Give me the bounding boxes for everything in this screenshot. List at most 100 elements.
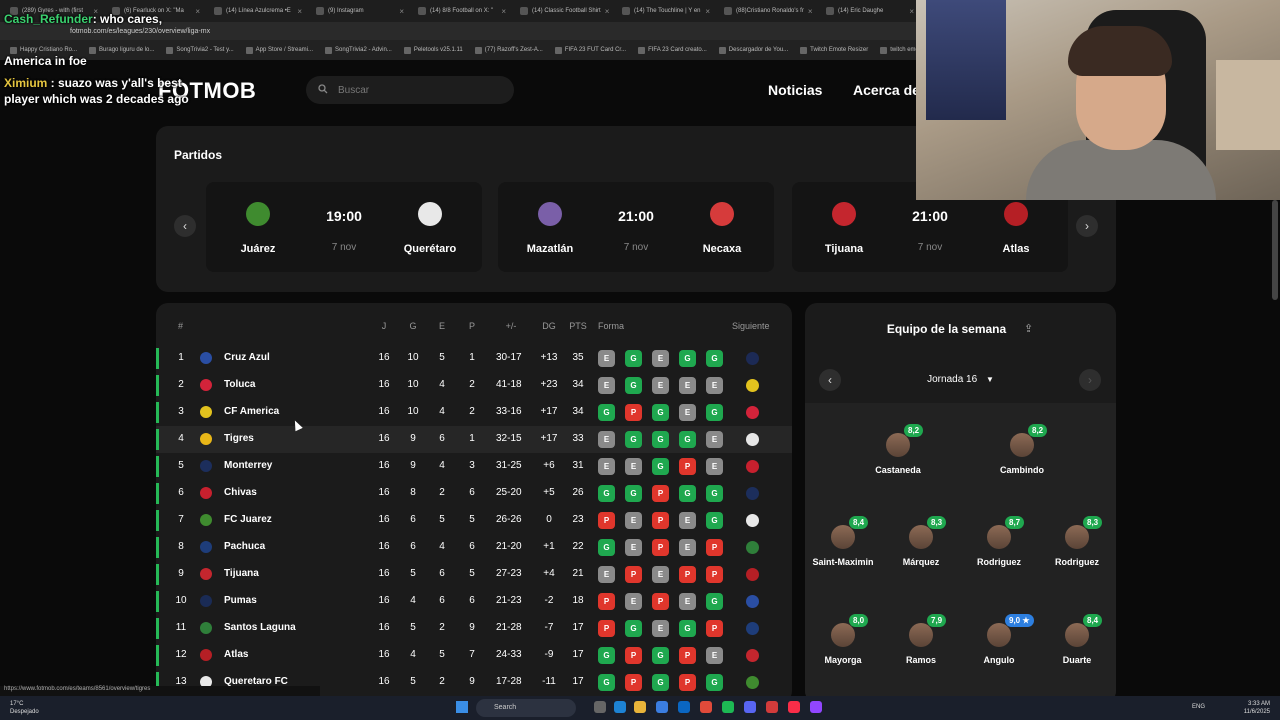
form-result-badge[interactable]: E (652, 350, 669, 367)
form-result-badge[interactable]: E (679, 593, 696, 610)
form-result-badge[interactable]: G (679, 431, 696, 448)
bookmark-item[interactable]: Descargador de You... (718, 46, 788, 54)
form-result-badge[interactable]: E (679, 377, 696, 394)
form-result-badge[interactable]: G (706, 593, 723, 610)
form-result-badge[interactable]: E (652, 377, 669, 394)
form-result-badge[interactable]: E (598, 377, 615, 394)
next-opponent-crest-icon[interactable] (746, 514, 759, 527)
page-scrollbar[interactable] (1272, 200, 1278, 300)
team-name[interactable]: Pachuca (224, 541, 265, 552)
tab-close-icon[interactable]: × (399, 7, 404, 16)
form-result-badge[interactable]: P (679, 458, 696, 475)
tab-close-icon[interactable]: × (195, 7, 200, 16)
form-result-badge[interactable]: P (706, 539, 723, 556)
form-result-badge[interactable]: P (652, 512, 669, 529)
edge-icon[interactable] (614, 701, 626, 713)
clock[interactable]: 3:33 AM 11/6/2025 (1244, 700, 1270, 716)
team-name[interactable]: Tigres (224, 433, 254, 444)
form-result-badge[interactable]: E (706, 458, 723, 475)
form-result-badge[interactable]: G (625, 620, 642, 637)
form-result-badge[interactable]: G (598, 674, 615, 691)
form-result-badge[interactable]: P (625, 566, 642, 583)
form-result-badge[interactable]: G (652, 674, 669, 691)
url-text[interactable]: fotmob.com/es/leagues/230/overview/liga-… (70, 28, 210, 35)
form-result-badge[interactable]: G (625, 485, 642, 502)
team-name[interactable]: Cruz Azul (224, 352, 270, 363)
bookmark-item[interactable]: FIFA 23 FUT Card Cr... (554, 46, 626, 54)
table-row[interactable]: 4 Tigres 16 9 6 1 +17 33 32-15 E G G G E (156, 426, 792, 453)
form-result-badge[interactable]: P (706, 566, 723, 583)
next-opponent-crest-icon[interactable] (746, 541, 759, 554)
obs-icon[interactable] (766, 701, 778, 713)
table-row[interactable]: 3 CF America 16 10 4 2 +17 34 33-16 G P G E G (156, 399, 792, 426)
bookmark-item[interactable]: FIFA 23 Card creato... (638, 46, 707, 54)
team-name[interactable]: Monterrey (224, 460, 272, 471)
task-view-icon[interactable] (594, 701, 606, 713)
form-result-badge[interactable]: P (679, 647, 696, 664)
table-row[interactable]: 6 Chivas 16 8 2 6 +5 26 25-20 G G P G G (156, 480, 792, 507)
file-explorer-icon[interactable] (634, 701, 646, 713)
bookmark-item[interactable]: Burago liguru de lo... (89, 46, 154, 54)
bookmark-item[interactable]: App Store / Streami... (245, 46, 313, 54)
next-round-icon[interactable]: › (1079, 369, 1101, 391)
tab-close-icon[interactable]: × (605, 7, 610, 16)
table-row[interactable]: 1 Cruz Azul 16 10 5 1 +13 35 30-17 E G E G G (156, 345, 792, 372)
next-opponent-crest-icon[interactable] (746, 622, 759, 635)
next-opponent-crest-icon[interactable] (746, 352, 759, 365)
form-result-badge[interactable]: E (598, 350, 615, 367)
discord-icon[interactable] (744, 701, 756, 713)
form-result-badge[interactable]: G (598, 647, 615, 664)
language-indicator[interactable]: ENG (1192, 704, 1205, 710)
team-name[interactable]: Toluca (224, 379, 255, 390)
form-result-badge[interactable]: P (625, 647, 642, 664)
form-result-badge[interactable]: E (679, 404, 696, 421)
browser-tab[interactable]: (14) Classic Football Shirt × (514, 1, 614, 21)
form-result-badge[interactable]: G (706, 512, 723, 529)
bookmark-item[interactable]: Twitch Emote Resizer (800, 46, 868, 54)
next-opponent-crest-icon[interactable] (746, 649, 759, 662)
next-opponent-crest-icon[interactable] (746, 460, 759, 473)
team-name[interactable]: Pumas (224, 595, 257, 606)
form-result-badge[interactable]: E (598, 431, 615, 448)
next-opponent-crest-icon[interactable] (746, 568, 759, 581)
team-name[interactable]: Santos Laguna (224, 622, 296, 633)
next-opponent-crest-icon[interactable] (746, 406, 759, 419)
next-opponent-crest-icon[interactable] (746, 487, 759, 500)
table-row[interactable]: 9 Tijuana 16 5 6 5 +4 21 27-23 E P E P P (156, 561, 792, 588)
tab-close-icon[interactable]: × (909, 7, 914, 16)
bookmark-item[interactable]: Peletools v25.1.11 (403, 46, 463, 54)
form-result-badge[interactable]: G (706, 674, 723, 691)
tab-close-icon[interactable]: × (705, 7, 710, 16)
next-arrow-icon[interactable]: › (1076, 215, 1098, 237)
form-result-badge[interactable]: E (625, 593, 642, 610)
twitch-icon[interactable] (810, 701, 822, 713)
form-result-badge[interactable]: G (598, 539, 615, 556)
form-result-badge[interactable]: P (652, 593, 669, 610)
tab-close-icon[interactable]: × (297, 7, 302, 16)
form-result-badge[interactable]: E (706, 377, 723, 394)
form-result-badge[interactable]: P (652, 485, 669, 502)
form-result-badge[interactable]: E (625, 458, 642, 475)
browser-tab[interactable]: (9) Instagram × (310, 1, 410, 21)
prev-arrow-icon[interactable]: ‹ (174, 215, 196, 237)
form-result-badge[interactable]: E (679, 539, 696, 556)
table-row[interactable]: 12 Atlas 16 4 5 7 -9 17 24-33 G P G P E (156, 642, 792, 669)
search-input[interactable]: Buscar (338, 85, 369, 96)
bookmark-item[interactable]: (77) Razoff's Zest-A... (474, 46, 543, 54)
team-name[interactable]: FC Juarez (224, 514, 272, 525)
table-row[interactable]: 5 Monterrey 16 9 4 3 +6 31 31-25 E E G P E (156, 453, 792, 480)
round-dropdown[interactable]: Jornada 16 ▼ (805, 374, 1116, 385)
form-result-badge[interactable]: E (652, 566, 669, 583)
match-card[interactable]: Juárez Querétaro 19:00 7 nov (206, 182, 482, 272)
table-row[interactable]: 11 Santos Laguna 16 5 2 9 -7 17 21-28 P G E G P (156, 615, 792, 642)
form-result-badge[interactable]: G (652, 404, 669, 421)
browser-tab[interactable]: (14) Línea Azulcrema •E × (208, 1, 308, 21)
form-result-badge[interactable]: E (706, 647, 723, 664)
bookmark-item[interactable]: SongTrivia2 - Advin... (325, 46, 392, 54)
form-result-badge[interactable]: E (679, 512, 696, 529)
match-card[interactable]: Mazatlán Necaxa 21:00 7 nov (498, 182, 774, 272)
form-result-badge[interactable]: E (625, 512, 642, 529)
team-name[interactable]: CF America (224, 406, 279, 417)
form-result-badge[interactable]: G (625, 350, 642, 367)
form-result-badge[interactable]: P (598, 593, 615, 610)
